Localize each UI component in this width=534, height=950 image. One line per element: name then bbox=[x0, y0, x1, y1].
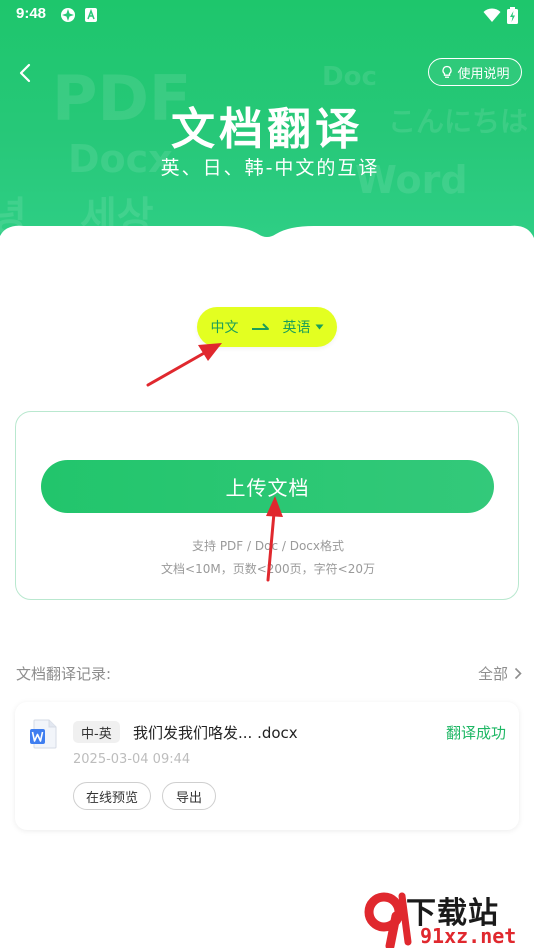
language-pair-badge: 中-英 bbox=[73, 721, 120, 743]
wifi-icon bbox=[483, 8, 501, 22]
file-name: 我们发我们咯发... .docx bbox=[133, 724, 298, 742]
view-all-button[interactable]: 全部 bbox=[478, 663, 522, 684]
export-button[interactable]: 导出 bbox=[162, 782, 216, 810]
status-badge: 翻译成功 bbox=[445, 724, 506, 742]
records-header: 文档翻译记录: 全部 bbox=[16, 663, 522, 685]
source-language: 中文 bbox=[210, 320, 239, 336]
app-notification-icon bbox=[61, 8, 75, 22]
header-banner: PDF Docx Doc こんにちは Word 녕 세상 9:48 使用说明 文… bbox=[0, 0, 534, 250]
header-wave-divider bbox=[0, 225, 534, 280]
upload-card: 上传文档 支持 PDF / Doc / Docx格式 文档<10M，页数<200… bbox=[15, 411, 519, 600]
language-selector[interactable]: 中文 英语 bbox=[197, 307, 337, 347]
word-file-icon bbox=[30, 719, 57, 749]
records-title: 文档翻译记录: bbox=[16, 665, 112, 683]
annotation-arrow-language bbox=[146, 343, 222, 387]
battery-icon bbox=[507, 7, 518, 24]
chevron-right-icon bbox=[514, 667, 522, 680]
view-all-label: 全部 bbox=[477, 665, 508, 683]
limit-note: 文档<10M，页数<200页，字符<20万 bbox=[161, 562, 375, 576]
target-language-dropdown[interactable]: 英语 bbox=[283, 317, 324, 337]
font-notification-icon bbox=[85, 8, 97, 22]
record-item[interactable]: 中-英 我们发我们咯发... .docx 翻译成功 2025-03-04 09:… bbox=[15, 702, 519, 830]
format-note: 支持 PDF / Doc / Docx格式 bbox=[192, 539, 344, 553]
upload-document-button[interactable]: 上传文档 bbox=[41, 460, 494, 513]
help-button[interactable]: 使用说明 bbox=[428, 58, 522, 86]
chevron-left-icon bbox=[19, 63, 31, 83]
caret-down-icon bbox=[315, 324, 323, 330]
bg-word-doc: Doc bbox=[322, 62, 377, 92]
watermark-domain: 91xz.net bbox=[420, 924, 517, 948]
preview-online-button[interactable]: 在线预览 bbox=[73, 782, 151, 810]
help-label: 使用说明 bbox=[457, 66, 510, 82]
record-timestamp: 2025-03-04 09:44 bbox=[73, 752, 191, 767]
back-button[interactable] bbox=[10, 58, 40, 88]
site-watermark: 下载站 91xz.net bbox=[358, 888, 534, 950]
status-bar: 9:48 bbox=[0, 0, 534, 30]
page-subtitle: 英、日、韩-中文的互译 bbox=[160, 157, 380, 179]
page-title: 文档翻译 bbox=[171, 104, 363, 155]
status-time: 9:48 bbox=[16, 5, 47, 22]
arrow-right-icon bbox=[251, 323, 269, 330]
lightbulb-icon bbox=[442, 65, 453, 78]
target-language: 英语 bbox=[282, 320, 311, 336]
